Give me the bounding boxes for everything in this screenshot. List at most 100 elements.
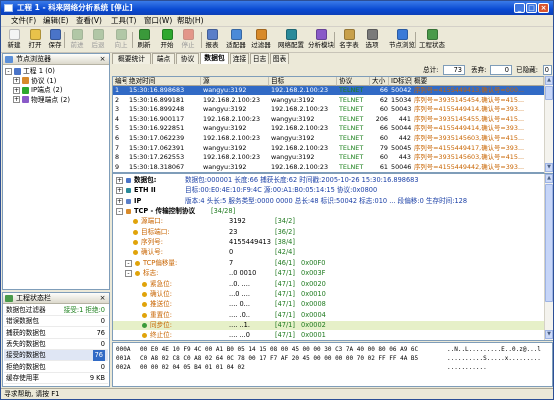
menu-item[interactable]: 编辑(E) [43,16,69,26]
decode-row[interactable]: + IP 版本:4 头长:5 服务类型:0000 0000 总长:48 标识:500… [113,197,545,206]
column-header[interactable]: 绝对时间 [127,77,201,86]
app-window: 工程 1 - 科来网络分析系统 [停止] _ □ × 文件(F) 编辑(E) 查看(… [0,0,554,400]
decode-row[interactable]: 源端口: 3192 [34/2] [113,217,545,226]
menu-item[interactable]: 文件(F) [11,16,36,26]
column-header[interactable]: 大小 [370,77,389,86]
decode-row[interactable]: - TCP偏移量: 7 [46/1] 0x00F0 [113,259,545,268]
toolbar-adapter-button[interactable]: 适配器 [225,29,247,52]
decode-row[interactable]: 终止位: .... ...0 [47/1] 0x0001 [113,331,545,340]
toolbar-options-button[interactable]: 选项 [363,29,381,52]
minimize-button[interactable]: _ [514,3,525,13]
packet-row[interactable]: 7 15:30:17.062391 wangyu:3192 192.168.2.100… [113,144,544,153]
expand-icon[interactable]: + [13,77,20,84]
toolbar-stop-button[interactable]: 停止 [179,29,197,52]
close-button[interactable]: × [538,3,549,13]
packet-cell: 15:30:17.262553 [129,153,185,162]
menu-item[interactable]: 工具(T) [111,16,136,26]
toolbar-name-table-button[interactable]: 名字表 [338,29,360,52]
expand-icon[interactable]: + [116,187,123,195]
decode-row[interactable]: - TCP - 传输控制协议 [34/28] [113,207,545,216]
collapse-icon[interactable]: - [125,270,132,278]
column-header[interactable]: 源 [201,77,269,86]
toolbar-refresh-button[interactable]: 刷新 [135,29,153,52]
tree-node[interactable]: + 协议 (1) [13,77,56,86]
decode-row[interactable]: 序列号: 4155449413 [38/4] [113,238,545,247]
expand-icon[interactable]: + [116,177,123,184]
decode-row[interactable]: 紧急位: ..0. .... [47/1] 0x0020 [113,280,545,289]
collapse-icon[interactable]: - [5,67,12,75]
scroll-up-arrow[interactable]: ▲ [545,76,553,85]
toolbar-node-browse-button[interactable]: 节点浏览 [388,29,416,52]
decode-row[interactable]: 同步位: .... ..1. [47/1] 0x0002 [113,320,545,331]
tab-4[interactable]: 连接 [230,53,249,64]
decode-row[interactable]: 目标端口: 23 [36/2] [113,228,545,237]
decode-name: ETH II [134,186,156,195]
toolbar-open-folder-button[interactable]: 打开 [26,29,44,52]
decode-row[interactable]: 重置位: .... .0.. [47/1] 0x0004 [113,311,545,320]
packet-row[interactable]: 9 15:30:18.318067 wangyu:3192 192.168.2.100… [113,163,544,172]
column-header[interactable]: 目标 [269,77,337,86]
column-header[interactable]: 概要 [412,77,544,86]
status-row: 错误数据包 0 [4,316,108,328]
tree-node[interactable]: - 工程 1 (0) [5,67,55,76]
toolbar-network-config-button[interactable]: 网络配置 [277,29,305,52]
packet-row[interactable]: 3 15:30:16.899248 wangyu:3192 192.168.2.100… [113,105,544,114]
scroll-thumb[interactable] [545,184,553,302]
toolbar-project-status-button[interactable]: 工程状态 [418,29,446,52]
scroll-down-arrow[interactable]: ▼ [545,163,553,172]
toolbar-up-button[interactable]: 向上 [112,29,130,52]
decode-scrollbar[interactable]: ▲ ▼ [544,174,553,340]
decode-row[interactable]: + ETH II 目标:00:E0:4E:10:F9:4C 源:00:A1:B0:0… [113,186,545,195]
packet-row[interactable]: 1 15:30:16.898683 wangyu:3192 192.168.2.100… [113,86,544,95]
toolbar-new-button[interactable]: 新建 [5,29,23,52]
toolbar-back-button[interactable]: 后退 [89,29,107,52]
scroll-down-arrow[interactable]: ▼ [545,330,553,339]
tab-2[interactable]: 协议 [176,53,199,64]
tree-node[interactable]: + 物理端点 (2) [13,96,70,105]
decode-row[interactable]: 确认位: ...0 .... [47/1] 0x0010 [113,290,545,299]
decode-row[interactable]: 确认号: 0 [42/4] [113,248,545,257]
packet-row[interactable]: 6 15:30:17.062239 192.168.2.100:23 wangyu:3… [113,134,544,143]
close-icon[interactable]: × [98,55,107,63]
decode-row[interactable]: + 数据包: 数据包:000001 长度:66 捕获长度:62 时间戳:2005-1… [113,176,545,185]
scroll-thumb[interactable] [545,86,553,100]
tab-5[interactable]: 日志 [250,53,269,64]
column-header[interactable]: 协议 [337,77,370,86]
tab-1[interactable]: 端点 [152,53,175,64]
tab-0[interactable]: 概要统计 [112,53,151,64]
decode-row[interactable]: 推送位: .... 0... [47/1] 0x0008 [113,300,545,309]
tree-node[interactable]: + IP端点 (2) [13,86,63,95]
decode-row[interactable]: - 标志: ..0 0010 [47/1] 0x003F [113,269,545,278]
toolbar-forward-button[interactable]: 前进 [68,29,86,52]
toolbar-analysis-module-button[interactable]: 分析模块 [307,29,335,52]
toolbar-save-button[interactable]: 保存 [46,29,64,52]
collapse-icon[interactable]: - [116,208,123,216]
toolbar-report-button[interactable]: 报表 [203,29,221,52]
packet-list: 编号 绝对时间源目标 协议 大小 ID标识 概要 1 15:30:16.898683 wangy… [112,76,545,173]
view-tabs: 概要统计 端点 协议 数据包 连接 日志 图表 [112,52,553,64]
column-header[interactable]: ID标识 [389,77,412,86]
packet-row[interactable]: 5 15:30:16.922851 wangyu:3192 192.168.2.100… [113,124,544,133]
close-icon[interactable]: × [98,294,107,302]
expand-icon[interactable]: + [116,197,123,205]
tab-6[interactable]: 图表 [270,53,289,64]
toolbar-start-button[interactable]: 开始 [158,29,176,52]
maximize-button[interactable]: □ [526,3,537,13]
packet-row[interactable]: 4 15:30:16.900117 192.168.2.100:23 wangyu:3… [113,115,544,124]
toolbar-filter-button[interactable]: 过滤器 [249,29,273,52]
packet-row[interactable]: 8 15:30:17.262553 192.168.2.100:23 wangyu:3… [113,153,544,162]
menu-item[interactable]: 查看(V) [76,16,102,26]
scroll-up-arrow[interactable]: ▲ [545,174,553,183]
collapse-icon[interactable]: - [125,259,132,267]
expand-icon[interactable]: + [13,96,20,103]
report-icon [206,29,218,40]
column-header[interactable]: 编号 [113,77,127,86]
packet-row[interactable]: 2 15:30:16.899181 192.168.2.100:23 wangyu:3… [113,96,544,105]
tab-3[interactable]: 数据包 [200,52,229,64]
packet-list-scrollbar[interactable]: ▲ ▼ [544,76,553,173]
menu-item[interactable]: 帮助(H) [177,16,204,26]
expand-icon[interactable]: + [13,86,20,94]
packet-cell: 序列号=4155449417,确认号=393... [414,143,525,152]
menu-item[interactable]: 窗口(W) [144,16,172,26]
packet-cell: 66 [379,124,388,133]
